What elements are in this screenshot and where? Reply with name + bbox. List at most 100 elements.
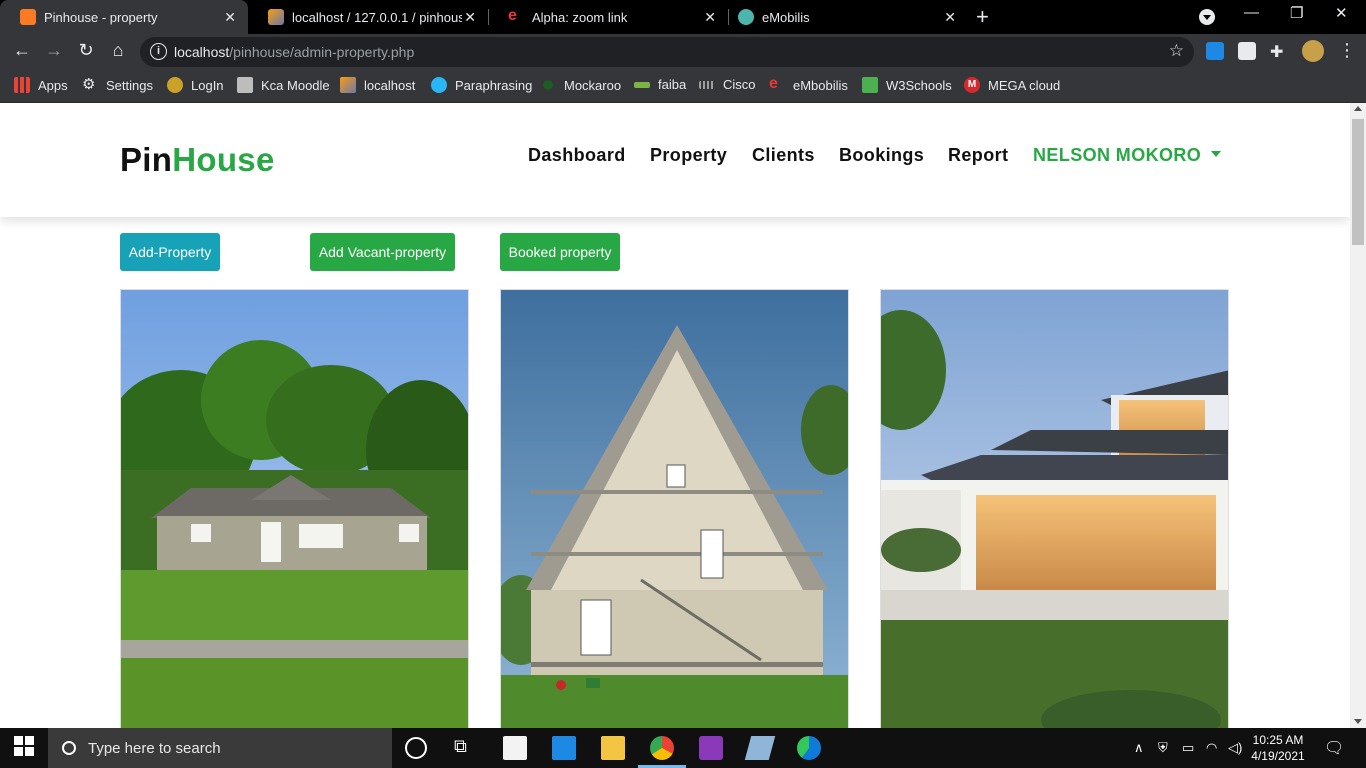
nav-report[interactable]: Report	[948, 145, 1008, 166]
bookmark-localhost[interactable]: localhost	[340, 77, 415, 93]
file-explorer-icon[interactable]	[601, 736, 625, 760]
bookmark-star-icon[interactable]: ☆	[1169, 41, 1184, 61]
bookmark-paraphrasing[interactable]: Paraphrasing	[431, 77, 532, 93]
nav-clients[interactable]: Clients	[752, 145, 815, 166]
close-window-icon[interactable]: ✕	[1335, 4, 1348, 22]
moodle-icon	[237, 77, 253, 93]
property-card[interactable]	[120, 289, 469, 728]
browser-toolbar: ← → ↻ ⌂ i localhost/pinhouse/admin-prope…	[0, 34, 1366, 70]
page-scrollbar[interactable]	[1350, 103, 1366, 728]
bookmark-label: Apps	[38, 77, 68, 93]
bookmark-kca-moodle[interactable]: Kca Moodle	[237, 77, 330, 93]
gear-icon: ⚙	[82, 76, 96, 93]
brand-logo[interactable]: PinHouse	[120, 141, 275, 179]
avatar[interactable]	[1302, 40, 1324, 62]
reload-icon[interactable]: ↻	[74, 40, 98, 61]
bookmark-settings[interactable]: ⚙ Settings	[82, 77, 153, 93]
close-icon[interactable]: ✕	[464, 9, 476, 26]
booked-property-button[interactable]: Booked property	[500, 233, 620, 271]
phpstorm-icon[interactable]	[699, 736, 723, 760]
tab-title: Alpha: zoom link	[532, 9, 628, 25]
property-card[interactable]	[500, 289, 849, 728]
wifi-icon[interactable]: ◠	[1206, 740, 1217, 756]
user-menu[interactable]: NELSON MOKORO	[1033, 145, 1222, 166]
puzzle-icon[interactable]: ✚	[1270, 42, 1288, 61]
bookmark-cisco[interactable]: Cisco	[699, 77, 756, 92]
mega-icon: M	[964, 77, 980, 93]
volume-icon[interactable]: ◁)	[1228, 740, 1242, 756]
tab-emobilis[interactable]: eMobilis ✕	[718, 0, 968, 34]
bookmark-label: Kca Moodle	[261, 77, 330, 93]
add-vacant-property-button[interactable]: Add Vacant-property	[310, 233, 455, 271]
apps-grid-icon	[14, 77, 30, 93]
back-arrow-icon[interactable]: ←	[10, 40, 34, 61]
bookmark-label: Cisco	[723, 77, 756, 92]
task-view-icon[interactable]: ⧉	[454, 736, 478, 760]
tab-alpha-zoom-link[interactable]: e Alpha: zoom link ✕	[488, 0, 728, 34]
bookmark-embobilis[interactable]: e eMbobilis	[769, 76, 848, 93]
extension-icon[interactable]	[1238, 42, 1256, 60]
bookmark-label: W3Schools	[886, 77, 952, 93]
profile-menu-icon[interactable]	[1199, 9, 1215, 25]
notifications-icon[interactable]: 🗨	[1324, 738, 1344, 758]
store-icon[interactable]	[503, 736, 527, 760]
restore-icon[interactable]: ❐	[1290, 4, 1303, 22]
notes-app-icon[interactable]	[744, 736, 776, 760]
battery-icon[interactable]: ▭	[1182, 740, 1194, 756]
bookmark-mega-cloud[interactable]: M MEGA cloud	[964, 77, 1060, 93]
bookmark-apps[interactable]: Apps	[14, 77, 68, 93]
system-clock[interactable]: 10:25 AM 4/19/2021	[1246, 732, 1310, 764]
nav-property[interactable]: Property	[650, 145, 727, 166]
tab-localhost-phpmyadmin[interactable]: localhost / 127.0.0.1 / pinhouse / ✕	[248, 0, 488, 34]
new-tab-icon[interactable]: +	[976, 4, 989, 30]
login-icon	[167, 77, 183, 93]
nav-dashboard[interactable]: Dashboard	[528, 145, 626, 166]
bookmark-label: localhost	[364, 77, 416, 93]
scroll-up-icon[interactable]	[1354, 106, 1362, 111]
tab-pinhouse-property[interactable]: Pinhouse - property ✕	[0, 0, 248, 34]
w3schools-icon	[862, 77, 878, 93]
cisco-icon	[699, 80, 715, 89]
bookmark-w3schools[interactable]: W3Schools	[862, 77, 952, 93]
scrollbar-thumb[interactable]	[1352, 119, 1364, 245]
clock-time: 10:25 AM	[1252, 733, 1304, 747]
browser-tab-strip: Pinhouse - property ✕ localhost / 127.0.…	[0, 0, 1366, 34]
edge-icon[interactable]	[797, 736, 821, 760]
caret-down-icon	[1211, 151, 1222, 158]
brand-first: Pin	[120, 141, 173, 178]
tray-chevron-icon[interactable]: ∧	[1134, 740, 1144, 756]
property-card[interactable]	[880, 289, 1229, 728]
taskbar-search-box[interactable]: Type here to search	[48, 728, 392, 768]
address-bar[interactable]: i localhost/pinhouse/admin-property.php …	[140, 37, 1194, 67]
extension-icon[interactable]	[1206, 42, 1224, 60]
emobilis-e-icon: e	[508, 7, 517, 24]
bookmark-faiba[interactable]: faiba	[634, 77, 686, 92]
site-header: PinHouse Dashboard Property Clients Book…	[0, 103, 1350, 217]
mockaroo-icon	[543, 80, 553, 90]
nav-bookings[interactable]: Bookings	[839, 145, 924, 166]
bookmark-mockaroo[interactable]: Mockaroo	[540, 77, 621, 93]
close-icon[interactable]: ✕	[224, 9, 236, 26]
mail-icon[interactable]	[552, 736, 576, 760]
forward-arrow-icon[interactable]: →	[42, 40, 66, 61]
page-viewport: PinHouse Dashboard Property Clients Book…	[0, 103, 1350, 728]
site-info-icon[interactable]: i	[150, 43, 167, 60]
bookmark-label: eMbobilis	[793, 77, 848, 93]
minimize-icon[interactable]: —	[1244, 4, 1259, 21]
chrome-icon[interactable]	[650, 736, 674, 760]
globe-icon	[738, 9, 754, 25]
windows-start-icon[interactable]	[14, 736, 38, 760]
bookmark-login[interactable]: LogIn	[167, 77, 224, 93]
add-property-button[interactable]: Add-Property	[120, 233, 220, 271]
close-icon[interactable]: ✕	[704, 9, 716, 26]
windows-taskbar: Type here to search ⧉ ∧ ⛨ ▭ ◠ ◁) 10:25 A…	[0, 728, 1366, 768]
kebab-menu-icon[interactable]: ⋮	[1338, 41, 1356, 60]
security-shield-icon[interactable]: ⛨	[1158, 740, 1168, 756]
close-icon[interactable]: ✕	[944, 9, 956, 26]
cortana-icon[interactable]	[405, 737, 427, 759]
scroll-down-icon[interactable]	[1354, 719, 1362, 724]
home-icon[interactable]: ⌂	[106, 40, 130, 61]
url-text[interactable]: localhost/pinhouse/admin-property.php	[174, 44, 414, 60]
search-icon	[62, 741, 76, 755]
user-name: NELSON MOKORO	[1033, 145, 1202, 165]
